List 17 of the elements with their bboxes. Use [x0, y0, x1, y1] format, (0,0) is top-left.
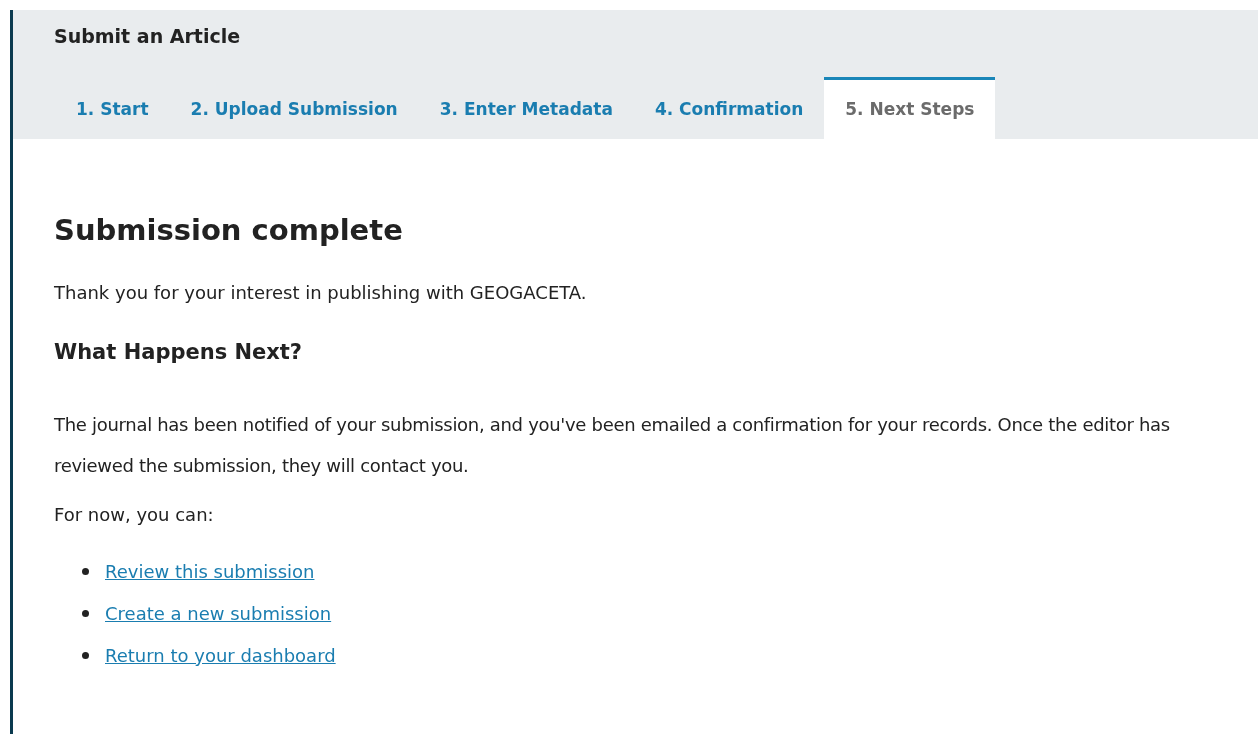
page-title: Submit an Article: [53, 24, 242, 49]
step-tab[interactable]: 2. Upload Submission: [169, 77, 419, 139]
link[interactable]: Review this submission: [105, 557, 315, 585]
step-tab[interactable]: 3. Enter Metadata: [418, 77, 634, 139]
step-tab[interactable]: 4. Confirmation: [633, 77, 825, 139]
link[interactable]: Create a new submission: [105, 599, 332, 627]
prompt-text: For now, you can:: [54, 503, 215, 527]
bullet-icon: [82, 609, 89, 617]
heading: Submission complete: [54, 212, 404, 249]
subheading: What Happens Next?: [54, 339, 304, 366]
bullet-icon: [82, 651, 89, 659]
body-paragraph: The journal has been notified of your submission, and you've been emailed a confirmation for your records. Once the editor has reviewed the submission, they will contact you.: [54, 413, 1171, 478]
intro-text: Thank you for your interest in publishing with GEOGACETA.: [54, 281, 588, 305]
link[interactable]: Return to your dashboard: [105, 641, 336, 669]
step-tab[interactable]: 1. Start: [55, 77, 170, 139]
step-tab[interactable]: 5. Next Steps: [824, 77, 996, 139]
bullet-icon: [82, 567, 89, 575]
